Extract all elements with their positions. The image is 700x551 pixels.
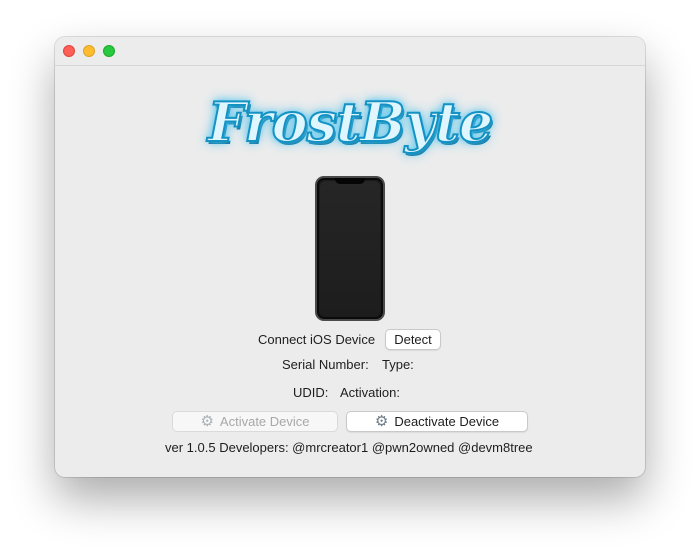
serial-number-label: Serial Number:	[282, 357, 369, 372]
deactivate-device-button[interactable]: ⚙ Deactivate Device	[346, 411, 528, 432]
gear-icon: ⚙	[200, 413, 214, 430]
udid-label: UDID:	[293, 385, 329, 400]
gear-icon: ⚙	[374, 413, 389, 430]
activate-device-button[interactable]: ⚙ Activate Device	[172, 411, 338, 432]
deactivate-device-label: Deactivate Device	[394, 414, 500, 429]
detect-button[interactable]: Detect	[385, 329, 441, 350]
connect-device-label: Connect iOS Device	[258, 332, 376, 347]
app-logo: FrostByte	[55, 87, 645, 157]
phone-notch	[335, 178, 365, 184]
activate-device-label: Activate Device	[219, 414, 310, 429]
footer-credits: ver 1.0.5 Developers: @mrcreator1 @pwn2o…	[165, 440, 533, 455]
close-window-button[interactable]	[63, 45, 75, 57]
app-window: FrostByte Connect iOS Device Detect Seri…	[55, 37, 645, 477]
activation-label: Activation:	[340, 385, 400, 400]
zoom-window-button[interactable]	[103, 45, 115, 57]
detect-button-label: Detect	[394, 332, 432, 347]
iphone-icon	[315, 176, 385, 321]
type-label: Type:	[382, 357, 414, 372]
minimize-window-button[interactable]	[83, 45, 95, 57]
logo-text: FrostByte	[207, 89, 495, 155]
phone-screen	[320, 181, 380, 316]
title-bar[interactable]	[55, 37, 645, 66]
